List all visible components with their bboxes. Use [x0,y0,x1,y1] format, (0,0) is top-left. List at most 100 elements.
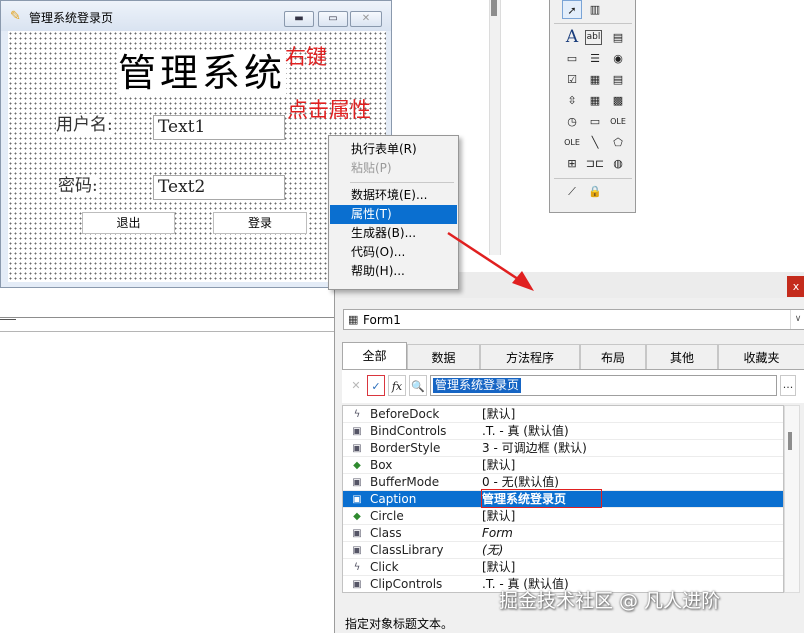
accept-edit-button[interactable]: ✓ [367,375,385,396]
shape-icon[interactable]: ⬠ [608,133,628,152]
workspace-scrollbar[interactable] [489,0,501,255]
timer-icon[interactable]: ◷ [562,112,582,131]
container-icon[interactable]: ⊞ [562,154,582,173]
prop-name: BufferMode [370,475,440,489]
chevron-down-icon[interactable]: ∨ [790,310,804,329]
pageframe-icon[interactable]: ▭ [585,112,605,131]
password-label[interactable]: 密码: [58,175,98,197]
prop-row-borderstyle[interactable]: ▣ BorderStyle 3 - 可调边框 (默认) [343,440,783,457]
workspace-scrollbar-thumb[interactable] [491,0,497,16]
username-textbox[interactable]: Text1 [153,115,285,140]
password-textbox[interactable]: Text2 [153,175,285,200]
exit-button[interactable]: 退出 [82,212,175,234]
builder-lock-icon[interactable]: ⟋ [562,182,582,201]
prop-row-beforedock[interactable]: ϟ BeforeDock [默认] [343,406,783,423]
prop-value: (无) [482,543,504,557]
tab-methods[interactable]: 方法程序 [480,344,580,370]
prop-row-box[interactable]: ◆ Box [默认] [343,457,783,474]
prop-name: BindControls [370,424,447,438]
prop-row-click[interactable]: ϟ Click [默认] [343,559,783,576]
prop-name: ClassLibrary [370,543,444,557]
tab-other[interactable]: 其他 [646,344,718,370]
spinner-icon[interactable]: ⇳ [562,91,582,110]
form-titlebar[interactable]: ✎ 管理系统登录页 ▬ ▭ ✕ [1,1,391,31]
prop-row-class[interactable]: ▣ Class Form [343,525,783,542]
minimize-button[interactable]: ▬ [284,11,314,27]
object-selector-dropdown[interactable]: ▦ Form1 ∨ [343,309,804,330]
prop-value: .T. - 真 (默认值) [482,424,569,438]
menu-item-code[interactable]: 代码(O)... [330,243,457,262]
tab-favorites[interactable]: 收藏夹 [718,344,804,370]
command-group-icon[interactable]: ☰ [585,49,605,68]
combobox-icon[interactable]: ▦ [585,70,605,89]
caption-value-highlight-box [481,489,602,508]
arrow-head [512,271,534,291]
prop-name: Box [370,458,393,472]
prop-name: Class [370,526,402,540]
close-button[interactable]: ✕ [350,11,382,27]
form-heading-label[interactable]: 管理系统 [118,51,287,95]
event-icon: ϟ [353,562,361,573]
label-icon[interactable]: A [562,28,582,47]
maximize-button[interactable]: ▭ [318,11,348,27]
zoom-button[interactable]: 🔍 [409,375,427,396]
properties-close-button[interactable]: x [787,276,804,297]
image-icon[interactable]: ▩ [608,91,628,110]
form-controls-toolbox: ➚ ▥ A abl ▤ ▭ ☰ ◉ ☑ ▦ ▤ ⇳ ▦ ▩ ◷ ▭ OLE OL… [549,0,636,213]
prop-value: [默认] [482,458,516,472]
more-button[interactable]: ... [780,375,796,396]
editbox-icon[interactable]: ▤ [608,28,628,47]
properties-window: x ▦ Form1 ∨ 全部 数据 方法程序 布局 其他 收藏夹 ✕ ✓ fx … [334,272,804,633]
menu-item-run-form[interactable]: 执行表单(R) [330,140,457,159]
menu-item-help[interactable]: 帮助(H)... [330,262,457,281]
prop-row-circle[interactable]: ◆ Circle [默认] [343,508,783,525]
listbox-icon[interactable]: ▤ [608,70,628,89]
line-icon[interactable]: ╲ [585,133,605,152]
divider-mark [0,319,16,320]
annotation-click-properties: 点击属性 [287,98,371,122]
event-icon: ϟ [353,409,361,420]
menu-item-data-environment[interactable]: 数据环境(E)... [330,186,457,205]
property-grid-scrollbar[interactable] [784,405,800,593]
property-icon: ▣ [352,545,362,556]
prop-value: [默认] [482,560,516,574]
prop-value: 3 - 可调边框 (默认) [482,441,587,455]
tab-data[interactable]: 数据 [407,344,480,370]
property-icon: ▣ [352,426,362,437]
function-builder-button[interactable]: fx [388,375,406,396]
hyperlink-icon[interactable]: ◍ [608,154,628,173]
prop-value: [默认] [482,509,516,523]
property-icon: ▣ [352,443,362,454]
ole-container-icon[interactable]: OLE [608,112,628,131]
login-button[interactable]: 登录 [213,212,307,234]
prop-row-bindcontrols[interactable]: ▣ BindControls .T. - 真 (默认值) [343,423,783,440]
property-icon: ▣ [352,494,362,505]
pointer-icon[interactable]: ➚ [562,0,582,19]
red-arrow-annotation [447,231,534,291]
divider [0,331,340,332]
textbox-icon[interactable]: abl [585,30,602,45]
menu-item-properties[interactable]: 属性(T) [330,205,457,224]
class-library-icon[interactable]: ▥ [585,0,605,19]
checkbox-icon[interactable]: ☑ [562,70,582,89]
tab-all[interactable]: 全部 [342,342,407,371]
tab-layout[interactable]: 布局 [580,344,646,370]
menu-item-paste[interactable]: 粘贴(P) [330,159,457,178]
toolbox-separator [554,178,632,179]
property-grid-scrollbar-thumb[interactable] [788,432,792,450]
arrow-shaft [447,231,525,285]
ole-bound-icon[interactable]: OLE [562,133,582,152]
command-button-icon[interactable]: ▭ [562,49,582,68]
lock-icon[interactable]: 🔒 [585,182,605,201]
cancel-edit-button[interactable]: ✕ [347,375,365,396]
property-value-input[interactable]: 管理系统登录页 [430,375,777,396]
menu-item-builder[interactable]: 生成器(B)... [330,224,457,243]
username-label[interactable]: 用户名: [56,114,113,136]
separator-icon[interactable]: ⊐⊏ [585,154,605,173]
prop-row-classlibrary[interactable]: ▣ ClassLibrary (无) [343,542,783,559]
property-edit-bar: ✕ ✓ fx 🔍 管理系统登录页 ... [342,370,804,403]
option-group-icon[interactable]: ◉ [608,49,628,68]
method-icon: ◆ [353,511,361,522]
object-selector-value: Form1 [363,313,401,327]
grid-icon[interactable]: ▦ [585,91,605,110]
